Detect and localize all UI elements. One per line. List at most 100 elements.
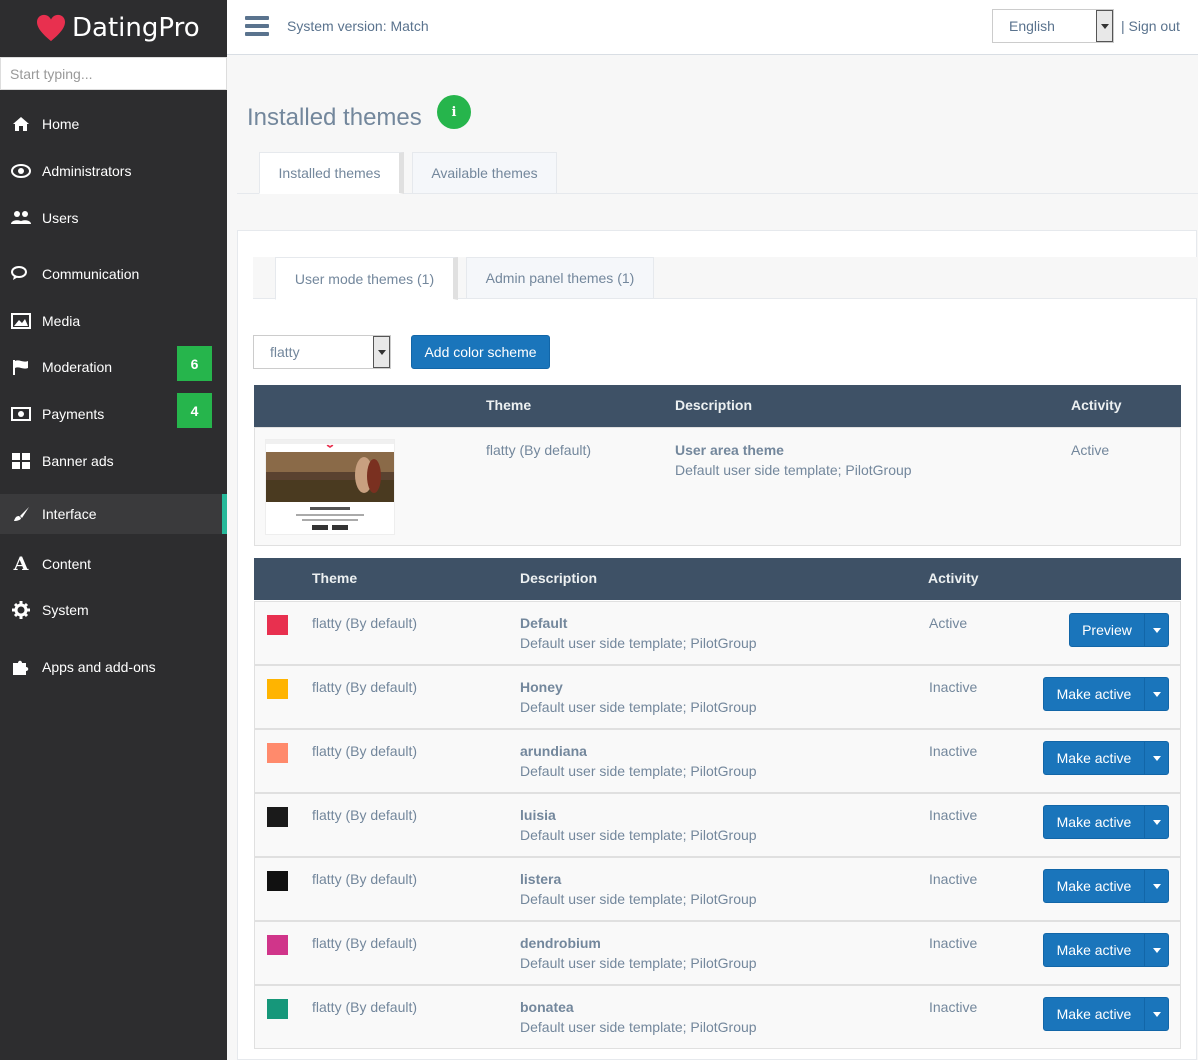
scheme-description: arundiana Default user side template; Pil…: [520, 741, 757, 781]
theme-preview-image: [266, 440, 394, 534]
sidebar-item-label: Media: [42, 313, 81, 329]
topbar: System version: Match English | Sign out: [227, 0, 1198, 55]
scheme-activity: Inactive: [929, 679, 978, 695]
chevron-down-icon[interactable]: [1144, 806, 1168, 838]
page-title: Installed themes: [247, 104, 422, 131]
scheme-description-text: Default user side template; PilotGroup: [520, 827, 757, 843]
sidebar-item-label: Administrators: [42, 163, 132, 179]
schemes-table-header: Theme Description Activity: [254, 558, 1181, 600]
sidebar-item-interface[interactable]: Interface: [0, 494, 227, 534]
preview-button[interactable]: Preview: [1069, 613, 1169, 647]
scheme-theme: flatty (By default): [312, 743, 418, 759]
theme-description-title: User area theme: [675, 442, 784, 458]
language-select[interactable]: English: [992, 9, 1114, 43]
theme-select-value: flatty: [270, 344, 300, 360]
brush-icon: [10, 505, 32, 523]
tab-installed-themes[interactable]: Installed themes: [259, 152, 404, 194]
scheme-description: luisia Default user side template; PilotG…: [520, 805, 757, 845]
sidebar-item-system[interactable]: System: [0, 590, 227, 630]
color-swatch: [267, 679, 288, 699]
make-active-button[interactable]: Make active: [1043, 677, 1169, 711]
scheme-theme: flatty (By default): [312, 807, 418, 823]
scheme-description-text: Default user side template; PilotGroup: [520, 1019, 757, 1035]
sidebar-item-content[interactable]: A Content: [0, 544, 227, 584]
make-active-button[interactable]: Make active: [1043, 741, 1169, 775]
scheme-activity: Inactive: [929, 935, 978, 951]
scheme-name: luisia: [520, 807, 556, 823]
info-icon[interactable]: i: [437, 95, 471, 129]
sidebar-item-label: Interface: [42, 506, 97, 522]
sidebar-item-users[interactable]: Users: [0, 198, 227, 238]
grid-icon: [10, 452, 32, 470]
column-header: Theme: [486, 397, 532, 413]
make-active-button[interactable]: Make active: [1043, 805, 1169, 839]
moderation-badge: 6: [177, 346, 212, 381]
sidebar-item-apps[interactable]: Apps and add-ons: [0, 647, 227, 687]
chat-icon: [10, 265, 32, 283]
sidebar-item-label: Communication: [42, 266, 140, 282]
button-label: Make active: [1056, 878, 1132, 894]
tab-available-themes[interactable]: Available themes: [412, 152, 557, 194]
tab-admin-panel-themes[interactable]: Admin panel themes (1): [466, 257, 654, 299]
sidebar-item-home[interactable]: Home: [0, 104, 227, 144]
scheme-description-text: Default user side template; PilotGroup: [520, 635, 757, 651]
sidebar-item-administrators[interactable]: Administrators: [0, 151, 227, 191]
theme-select[interactable]: flatty: [253, 335, 391, 369]
scheme-activity: Inactive: [929, 807, 978, 823]
scheme-description: bonatea Default user side template; Pilot…: [520, 997, 757, 1037]
button-label: Make active: [1056, 686, 1132, 702]
sidebar-item-media[interactable]: Media: [0, 301, 227, 341]
chevron-down-icon[interactable]: [1144, 678, 1168, 710]
themes-table-header: Theme Description Activity: [254, 385, 1181, 427]
signout-link[interactable]: | Sign out: [1121, 18, 1180, 34]
gear-icon: [10, 601, 32, 619]
scheme-name: bonatea: [520, 999, 574, 1015]
theme-preview-thumbnail[interactable]: [265, 439, 395, 535]
scheme-name: Default: [520, 615, 568, 631]
sidebar-item-label: Payments: [42, 406, 105, 422]
scheme-description-text: Default user side template; PilotGroup: [520, 763, 757, 779]
chevron-down-icon[interactable]: [1144, 870, 1168, 902]
sidebar-item-label: Moderation: [42, 359, 113, 375]
heart-icon: [37, 14, 65, 42]
make-active-button[interactable]: Make active: [1043, 869, 1169, 903]
scheme-name: arundiana: [520, 743, 587, 759]
scheme-description: Honey Default user side template; PilotGr…: [520, 677, 757, 717]
sidebar-item-banner-ads[interactable]: Banner ads: [0, 441, 227, 481]
scheme-description-text: Default user side template; PilotGroup: [520, 699, 757, 715]
make-active-button[interactable]: Make active: [1043, 997, 1169, 1031]
scheme-activity: Inactive: [929, 999, 978, 1015]
scheme-name: Honey: [520, 679, 563, 695]
color-swatch: [267, 999, 288, 1019]
button-label: Make active: [1056, 814, 1132, 830]
button-label: Make active: [1056, 1006, 1132, 1022]
make-active-button[interactable]: Make active: [1043, 933, 1169, 967]
money-icon: [10, 405, 32, 423]
chevron-down-icon[interactable]: [1096, 10, 1113, 42]
chevron-down-icon[interactable]: [1144, 934, 1168, 966]
language-value: English: [1009, 18, 1055, 34]
chevron-down-icon[interactable]: [1144, 614, 1168, 646]
column-header: Activity: [1071, 397, 1122, 413]
sidebar-item-communication[interactable]: Communication: [0, 254, 227, 294]
home-icon: [10, 115, 32, 133]
scheme-theme: flatty (By default): [312, 935, 418, 951]
logo[interactable]: DatingPro: [0, 0, 227, 56]
menu-toggle-icon[interactable]: [245, 16, 269, 36]
button-label: Make active: [1056, 750, 1132, 766]
chevron-down-icon[interactable]: [373, 336, 390, 368]
search-input[interactable]: [1, 58, 226, 89]
add-color-scheme-button[interactable]: Add color scheme: [411, 335, 550, 369]
scheme-activity: Active: [929, 615, 968, 631]
theme-description: User area theme Default user side templa…: [675, 440, 912, 480]
chevron-down-icon[interactable]: [1144, 742, 1168, 774]
brand-name: DatingPro: [72, 13, 200, 43]
chevron-down-icon[interactable]: [1144, 998, 1168, 1030]
theme-name: flatty (By default): [486, 442, 592, 458]
scheme-activity: Inactive: [929, 743, 978, 759]
payments-badge: 4: [177, 393, 212, 428]
tab-user-mode-themes[interactable]: User mode themes (1): [275, 257, 458, 300]
sidebar-item-label: Apps and add-ons: [42, 659, 156, 675]
scheme-description: dendrobium Default user side template; Pi…: [520, 933, 757, 973]
scheme-description-text: Default user side template; PilotGroup: [520, 891, 757, 907]
